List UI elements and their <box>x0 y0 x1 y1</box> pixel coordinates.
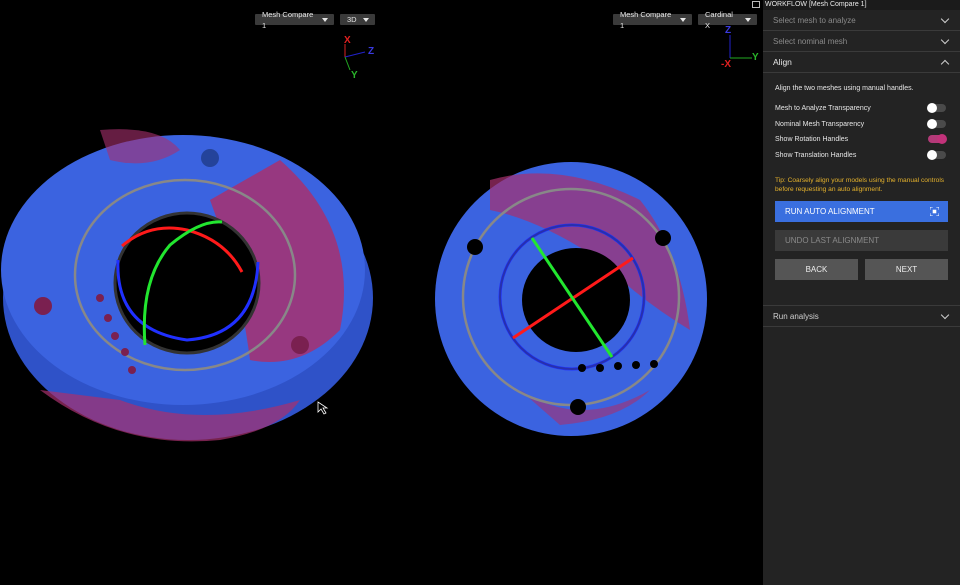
align-header-label: Align <box>773 57 792 67</box>
run-analysis-label: Run analysis <box>773 311 819 321</box>
rotation-handles-toggle[interactable] <box>928 134 947 144</box>
axis-neg-x-label: -X <box>721 59 731 70</box>
mesh-hole <box>614 362 622 370</box>
target-icon <box>930 207 939 216</box>
mesh-hole <box>570 399 586 415</box>
toggle-label: Show Rotation Handles <box>775 135 849 143</box>
mouse-cursor-icon <box>317 401 329 415</box>
run-analysis-section[interactable]: Run analysis <box>763 306 960 327</box>
right-view-dropdown-label: Cardinal X <box>705 9 733 30</box>
3d-viewport[interactable]: X Z Y Z Y -X Mesh Compare 1 3D Mesh Comp… <box>0 0 763 585</box>
axis-triad-right: Z Y -X <box>721 25 759 70</box>
mesh-hole <box>201 149 219 167</box>
chevron-down-icon <box>940 310 950 319</box>
mesh-hole <box>650 360 658 368</box>
nominal-transparency-toggle[interactable] <box>927 119 946 129</box>
chevron-down-icon <box>745 17 751 22</box>
select-mesh-label: Select mesh to analyze <box>773 15 856 25</box>
chevron-down-icon <box>322 17 328 22</box>
chevron-down-icon <box>362 17 369 22</box>
bore-hole <box>522 248 630 352</box>
axis-x-label: X <box>344 35 351 46</box>
nominal-mesh[interactable] <box>435 162 707 436</box>
mesh-hole <box>104 314 112 322</box>
toggle-row-translation-handles: Show Translation Handles <box>775 149 946 161</box>
mesh-hole <box>96 294 104 302</box>
left-mesh-dropdown-label: Mesh Compare 1 <box>262 9 314 30</box>
chevron-down-icon <box>940 14 950 23</box>
run-auto-alignment-label: RUN AUTO ALIGNMENT <box>785 207 875 216</box>
mesh-hole <box>128 366 136 374</box>
select-nominal-section[interactable]: Select nominal mesh <box>763 31 960 52</box>
axis-y-label: Y <box>351 70 358 81</box>
toggle-row-mesh-transparency: Mesh to Analyze Transparency <box>775 102 946 114</box>
mesh-hole <box>467 239 483 255</box>
toggle-label: Show Translation Handles <box>775 151 857 159</box>
mesh-to-analyze[interactable] <box>1 129 373 442</box>
align-section-header[interactable]: Align <box>763 52 960 73</box>
axis-z-label: Z <box>368 46 374 57</box>
toggle-row-nominal-transparency: Nominal Mesh Transparency <box>775 118 946 130</box>
window-icon[interactable] <box>752 1 760 8</box>
toggle-label: Mesh to Analyze Transparency <box>775 104 871 112</box>
mesh-hole <box>34 297 52 315</box>
panel-title: WORKFLOW [Mesh Compare 1] <box>765 1 867 8</box>
mesh-hole <box>632 361 640 369</box>
mesh-hole <box>111 332 119 340</box>
align-section-body: Align the two meshes using manual handle… <box>763 73 960 306</box>
right-mesh-dropdown-label: Mesh Compare 1 <box>620 9 672 30</box>
mesh-scene[interactable]: X Z Y Z Y -X <box>0 0 763 585</box>
translation-handles-toggle[interactable] <box>927 150 946 160</box>
chevron-down-icon <box>680 17 686 22</box>
align-description: Align the two meshes using manual handle… <box>775 85 914 92</box>
panel-title-bar: WORKFLOW [Mesh Compare 1] <box>752 0 960 10</box>
mesh-transparency-toggle[interactable] <box>927 103 946 113</box>
left-view-mode-dropdown[interactable]: 3D <box>340 14 375 25</box>
chevron-down-icon <box>940 35 950 44</box>
next-button[interactable]: NEXT <box>865 259 948 280</box>
select-mesh-section[interactable]: Select mesh to analyze <box>763 10 960 31</box>
toggle-label: Nominal Mesh Transparency <box>775 120 865 128</box>
axis-triad-left: X Z Y <box>344 35 374 81</box>
right-mesh-dropdown[interactable]: Mesh Compare 1 <box>613 10 692 30</box>
alignment-tip: Tip: Coarsely align your models using th… <box>775 177 945 193</box>
undo-label: UNDO LAST ALIGNMENT <box>785 236 880 245</box>
undo-last-alignment-button[interactable]: UNDO LAST ALIGNMENT <box>775 230 948 251</box>
mesh-hole <box>578 364 586 372</box>
mesh-hole <box>655 230 671 246</box>
back-label: BACK <box>805 265 828 274</box>
select-nominal-label: Select nominal mesh <box>773 36 848 46</box>
back-button[interactable]: BACK <box>775 259 858 280</box>
toggle-row-rotation-handles: Show Rotation Handles <box>775 133 947 145</box>
mesh-hole <box>291 336 309 354</box>
mesh-hole <box>596 364 604 372</box>
workflow-panel: WORKFLOW [Mesh Compare 1] Select mesh to… <box>752 0 960 585</box>
axis-y-label: Y <box>752 52 759 63</box>
right-view-dropdown[interactable]: Cardinal X <box>698 10 757 30</box>
mesh-hole <box>121 348 129 356</box>
next-label: NEXT <box>895 265 918 274</box>
chevron-up-icon <box>940 59 950 68</box>
left-view-mode-label: 3D <box>347 15 357 24</box>
run-auto-alignment-button[interactable]: RUN AUTO ALIGNMENT <box>775 201 948 222</box>
left-mesh-dropdown[interactable]: Mesh Compare 1 <box>255 10 334 30</box>
